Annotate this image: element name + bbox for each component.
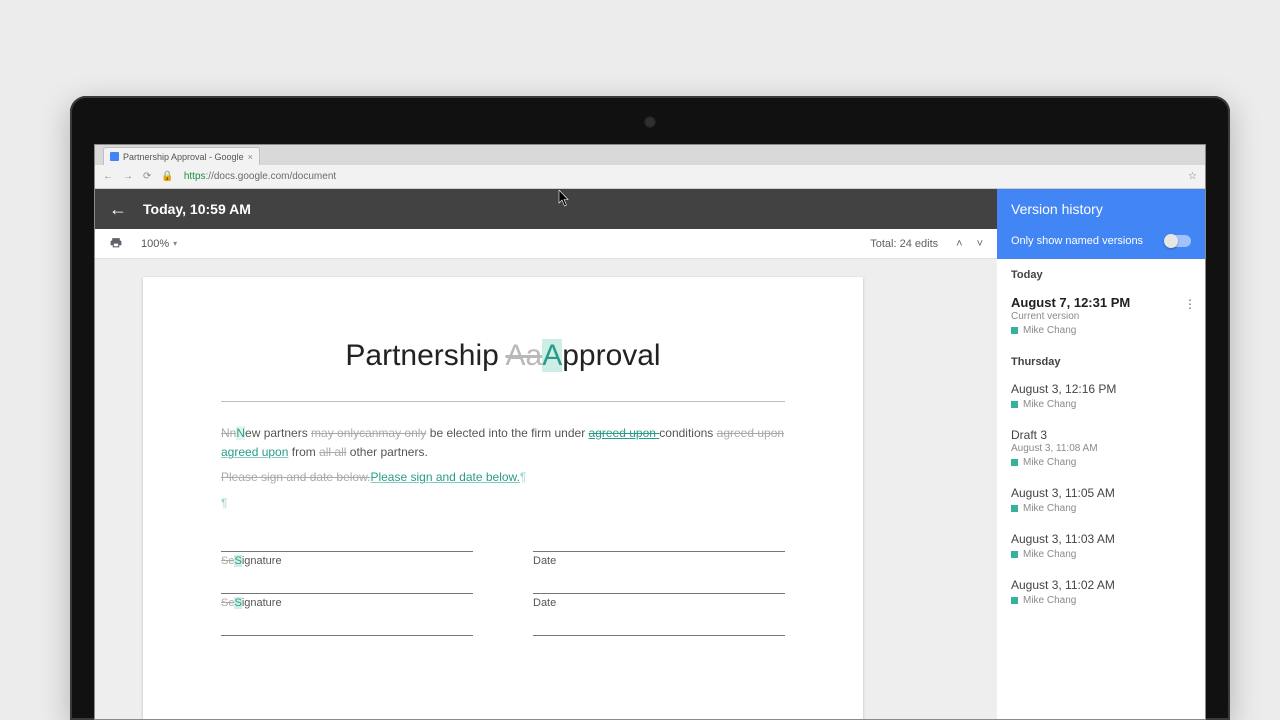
editor-color-icon xyxy=(1011,505,1018,512)
title-inserted: A xyxy=(542,339,562,372)
main-panel: ← Today, 10:59 AM 100% ▾ Total: 24 xyxy=(95,189,997,719)
filter-label: Only show named versions xyxy=(1011,235,1143,247)
sidebar-header: Version history Only show named versions xyxy=(997,189,1205,259)
signature-label: SeSignature xyxy=(221,597,473,609)
day-heading-thursday: Thursday xyxy=(997,346,1205,374)
sidebar-title: Version history xyxy=(997,189,1205,227)
named-versions-toggle[interactable] xyxy=(1165,235,1191,247)
version-list[interactable]: Today August 7, 12:31 PM Current version… xyxy=(997,259,1205,719)
title-deleted: Aa xyxy=(505,339,542,372)
lock-icon: 🔒 xyxy=(161,171,173,182)
app-region: ← Today, 10:59 AM 100% ▾ Total: 24 xyxy=(95,189,1205,719)
date-label: Date xyxy=(533,555,785,567)
version-history-sidebar: Version history Only show named versions… xyxy=(997,189,1205,719)
tab-close-icon[interactable]: × xyxy=(248,152,253,162)
signature-label: SeSignature xyxy=(221,555,473,567)
version-item[interactable]: August 3, 11:02 AM Mike Chang xyxy=(997,570,1205,616)
paragraph-1: NnNew partners may onlycanmay only be el… xyxy=(221,424,785,462)
version-title: Today, 10:59 AM xyxy=(143,201,251,217)
zoom-value: 100% xyxy=(141,238,169,250)
date-label: Date xyxy=(533,597,785,609)
version-editor: Mike Chang xyxy=(1011,595,1191,606)
paragraph-blank: ¶ xyxy=(221,494,785,513)
title-rule xyxy=(221,401,785,402)
date-line xyxy=(533,593,785,594)
version-time: August 3, 11:03 AM xyxy=(1011,532,1191,546)
zoom-dropdown[interactable]: 100% ▾ xyxy=(141,238,177,250)
print-icon[interactable] xyxy=(109,236,123,252)
version-time: August 3, 12:16 PM xyxy=(1011,382,1191,396)
version-item[interactable]: August 3, 11:03 AM Mike Chang xyxy=(997,524,1205,570)
url-bar: ← → ⟳ 🔒 https://docs.google.com/document… xyxy=(95,165,1205,189)
toggle-knob xyxy=(1164,234,1178,248)
laptop-frame: Partnership Approval - Google × ← → ⟳ 🔒 … xyxy=(70,96,1230,720)
version-item[interactable]: August 3, 12:16 PM Mike Chang xyxy=(997,374,1205,420)
signature-row-3 xyxy=(221,635,785,639)
version-time: August 7, 12:31 PM xyxy=(1011,295,1191,310)
version-header: ← Today, 10:59 AM xyxy=(95,189,997,229)
tab-title: Partnership Approval - Google xyxy=(123,152,244,162)
signature-line xyxy=(221,551,473,552)
paragraph-2: Please sign and date below.Please sign a… xyxy=(221,468,785,487)
document-page: Partnership AaApproval NnNew partners ma… xyxy=(143,277,863,719)
url-path: ://docs.google.com/document xyxy=(206,171,337,182)
back-arrow-icon[interactable]: ← xyxy=(109,199,127,220)
version-name: Draft 3 xyxy=(1011,428,1191,442)
reload-icon[interactable]: ⟳ xyxy=(143,171,151,182)
docs-favicon xyxy=(110,152,119,161)
editor-color-icon xyxy=(1011,327,1018,334)
version-time: August 3, 11:02 AM xyxy=(1011,578,1191,592)
editor-color-icon xyxy=(1011,551,1018,558)
signature-line xyxy=(221,635,473,636)
date-line xyxy=(533,551,785,552)
editor-color-icon xyxy=(1011,597,1018,604)
editor-color-icon xyxy=(1011,459,1018,466)
version-editor: Mike Chang xyxy=(1011,549,1191,560)
document-area[interactable]: Partnership AaApproval NnNew partners ma… xyxy=(95,259,997,719)
version-menu-icon[interactable]: ⋮ xyxy=(1184,297,1195,311)
bookmark-star-icon[interactable]: ☆ xyxy=(1188,171,1197,182)
prev-edit-icon[interactable]: ˄ xyxy=(956,238,962,250)
pilcrow-icon: ¶ xyxy=(221,496,227,510)
version-subtitle: Current version xyxy=(1011,311,1191,322)
signature-line xyxy=(221,593,473,594)
version-editor: Mike Chang xyxy=(1011,457,1191,468)
version-subtitle: August 3, 11:08 AM xyxy=(1011,443,1191,454)
caret-down-icon: ▾ xyxy=(173,239,177,248)
edits-count: Total: 24 edits xyxy=(870,238,938,250)
version-item[interactable]: Draft 3 August 3, 11:08 AM Mike Chang xyxy=(997,420,1205,478)
forward-icon[interactable]: → xyxy=(123,171,133,182)
version-item[interactable]: August 7, 12:31 PM Current version Mike … xyxy=(997,287,1205,346)
version-editor: Mike Chang xyxy=(1011,503,1191,514)
editor-color-icon xyxy=(1011,401,1018,408)
version-editor: Mike Chang xyxy=(1011,325,1191,336)
tab-strip: Partnership Approval - Google × xyxy=(95,145,1205,165)
next-edit-icon[interactable]: ˅ xyxy=(977,238,983,250)
browser-window: Partnership Approval - Google × ← → ⟳ 🔒 … xyxy=(94,144,1206,720)
version-time: August 3, 11:05 AM xyxy=(1011,486,1191,500)
pilcrow-icon: ¶ xyxy=(520,470,526,484)
url-field[interactable]: https://docs.google.com/document xyxy=(184,171,1178,182)
webcam xyxy=(644,116,656,128)
toolbar: 100% ▾ Total: 24 edits ˄ ˅ xyxy=(95,229,997,259)
named-versions-toggle-row: Only show named versions xyxy=(997,227,1205,259)
version-item[interactable]: August 3, 11:05 AM Mike Chang xyxy=(997,478,1205,524)
day-heading-today: Today xyxy=(997,259,1205,287)
url-protocol: https xyxy=(184,171,206,182)
signature-row-2: SeSignature Date xyxy=(221,593,785,609)
back-icon[interactable]: ← xyxy=(103,171,113,182)
document-title: Partnership AaApproval xyxy=(221,339,785,373)
browser-tab[interactable]: Partnership Approval - Google × xyxy=(103,147,260,165)
signature-row-1: SeSignature Date xyxy=(221,551,785,567)
version-editor: Mike Chang xyxy=(1011,399,1191,410)
date-line xyxy=(533,635,785,636)
